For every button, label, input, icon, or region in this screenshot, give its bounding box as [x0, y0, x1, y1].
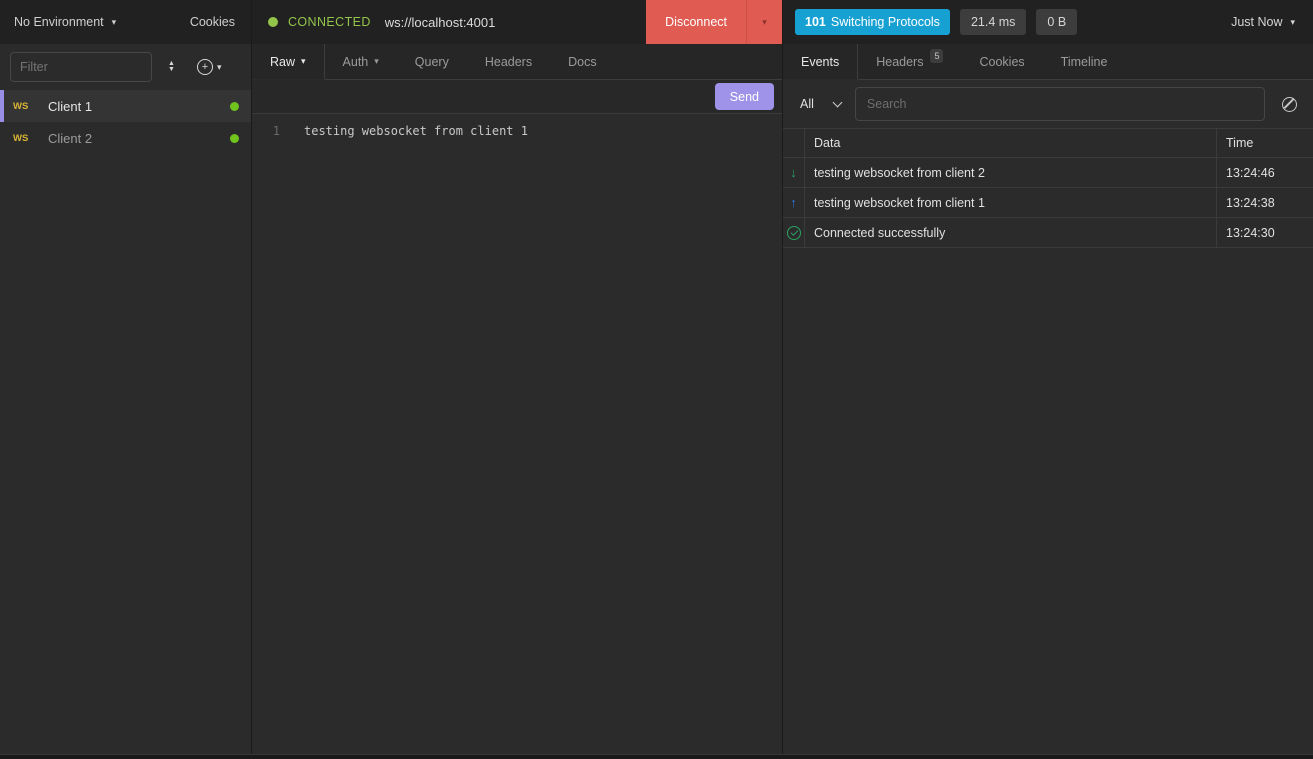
tab-response-headers[interactable]: Headers 5 [858, 44, 961, 79]
editor-line: 1 testing websocket from client 1 [252, 122, 782, 140]
disconnect-button[interactable]: Disconnect [646, 0, 746, 44]
time-column-header: Time [1217, 129, 1313, 158]
sidebar-item-label: Client 1 [48, 99, 230, 114]
event-row-time: 13:24:38 [1217, 188, 1313, 218]
clear-events-button[interactable] [1278, 97, 1300, 112]
chevron-down-icon: ▾ [217, 63, 222, 72]
send-row: Send [252, 80, 782, 114]
events-table: Data Time ↓ testing websocket from clien… [783, 128, 1313, 248]
tab-query[interactable]: Query [397, 44, 467, 79]
tab-label: Cookies [979, 55, 1024, 69]
arrow-down-icon: ↓ [790, 165, 797, 180]
sidebar-item-label: Client 2 [48, 131, 230, 146]
app-footer [0, 754, 1313, 759]
events-search-input[interactable] [855, 87, 1265, 121]
tab-docs[interactable]: Docs [550, 44, 614, 79]
tab-label: Query [415, 55, 449, 69]
plus-circle-icon: + [197, 59, 213, 75]
send-button[interactable]: Send [715, 83, 774, 110]
event-row-data[interactable]: testing websocket from client 1 [805, 188, 1217, 218]
event-row-icon: ↑ [783, 188, 805, 218]
sidebar: No Environment ▾ Cookies ▲ ▼ + ▾ WS Clie… [0, 0, 252, 754]
environment-label: No Environment [14, 15, 104, 29]
line-number: 1 [252, 122, 290, 140]
icon-column-header [783, 129, 805, 158]
event-type-select[interactable]: All [800, 97, 841, 111]
event-row-data[interactable]: testing websocket from client 2 [805, 158, 1217, 188]
chevron-down-icon [832, 97, 842, 107]
app-window: No Environment ▾ Cookies ▲ ▼ + ▾ WS Clie… [0, 0, 1313, 754]
tab-cookies[interactable]: Cookies [961, 44, 1042, 79]
tab-label: Raw [270, 55, 295, 69]
chevron-down-icon: ▾ [762, 18, 767, 27]
url-bar: CONNECTED Disconnect ▾ [252, 0, 782, 44]
sidebar-filter-row: ▲ ▼ + ▾ [0, 44, 251, 90]
events-filter-row: All [783, 80, 1313, 128]
response-meta-bar: 101 Switching Protocols 21.4 ms 0 B Just… [783, 0, 1313, 44]
request-list: WS Client 1 WS Client 2 [0, 90, 251, 754]
sidebar-item-client-2[interactable]: WS Client 2 [0, 122, 251, 154]
duration-badge: 21.4 ms [960, 9, 1026, 35]
event-row-time: 13:24:30 [1217, 218, 1313, 248]
ws-method-tag: WS [13, 133, 48, 144]
disconnect-dropdown-button[interactable]: ▾ [746, 0, 782, 44]
tab-label: Headers [485, 55, 532, 69]
arrow-up-icon: ↑ [790, 195, 797, 210]
headers-count-badge: 5 [930, 49, 943, 63]
connection-status-dot [230, 102, 239, 111]
prohibit-icon [1282, 97, 1297, 112]
response-tabs: Events Headers 5 Cookies Timeline [783, 44, 1313, 80]
chevron-down-icon: ▾ [1290, 18, 1295, 27]
environment-dropdown[interactable]: No Environment ▾ [14, 15, 116, 29]
sort-desc-icon: ▼ [168, 67, 175, 73]
event-row-icon [783, 218, 805, 248]
size-badge: 0 B [1036, 9, 1077, 35]
connection-status-dot [230, 134, 239, 143]
request-tabs: Raw ▾ Auth ▾ Query Headers Docs [252, 44, 782, 80]
check-circle-icon [787, 226, 801, 240]
response-panel: 101 Switching Protocols 21.4 ms 0 B Just… [783, 0, 1313, 754]
tab-headers[interactable]: Headers [467, 44, 550, 79]
editor-text: testing websocket from client 1 [290, 122, 528, 140]
status-code: 101 [805, 15, 826, 29]
tab-label: Docs [568, 55, 596, 69]
message-editor[interactable]: 1 testing websocket from client 1 [252, 114, 782, 754]
tab-label: Events [801, 55, 839, 69]
sort-button[interactable]: ▲ ▼ [168, 61, 175, 73]
tab-label: Auth [343, 55, 369, 69]
url-input[interactable] [385, 15, 646, 30]
ws-method-tag: WS [13, 101, 48, 112]
event-type-value: All [800, 97, 814, 111]
request-panel: CONNECTED Disconnect ▾ Raw ▾ Auth ▾ Q [252, 0, 783, 754]
disconnect-label: Disconnect [665, 15, 727, 29]
event-row-data[interactable]: Connected successfully [805, 218, 1217, 248]
event-row-time: 13:24:46 [1217, 158, 1313, 188]
sidebar-item-client-1[interactable]: WS Client 1 [0, 90, 251, 122]
status-badge: 101 Switching Protocols [795, 9, 950, 35]
chevron-down-icon: ▾ [112, 18, 117, 27]
sidebar-header: No Environment ▾ Cookies [0, 0, 251, 44]
status-text: Switching Protocols [831, 15, 940, 29]
connected-dot-icon [268, 17, 278, 27]
tab-raw[interactable]: Raw ▾ [252, 44, 325, 79]
disconnect-button-group: Disconnect ▾ [646, 0, 782, 44]
tab-label: Timeline [1061, 55, 1108, 69]
chevron-down-icon: ▾ [301, 57, 306, 66]
tab-auth[interactable]: Auth ▾ [325, 44, 397, 79]
response-history-dropdown[interactable]: Just Now ▾ [1231, 15, 1301, 29]
filter-input[interactable] [10, 52, 152, 82]
data-column-header: Data [805, 129, 1217, 158]
recency-label: Just Now [1231, 15, 1282, 29]
event-row-icon: ↓ [783, 158, 805, 188]
tab-label: Headers [876, 55, 923, 69]
tab-events[interactable]: Events [783, 44, 858, 79]
chevron-down-icon: ▾ [374, 57, 379, 66]
cookies-button[interactable]: Cookies [190, 15, 235, 29]
tab-timeline[interactable]: Timeline [1043, 44, 1126, 79]
connection-status-label: CONNECTED [288, 15, 371, 29]
add-request-button[interactable]: + ▾ [197, 59, 222, 75]
